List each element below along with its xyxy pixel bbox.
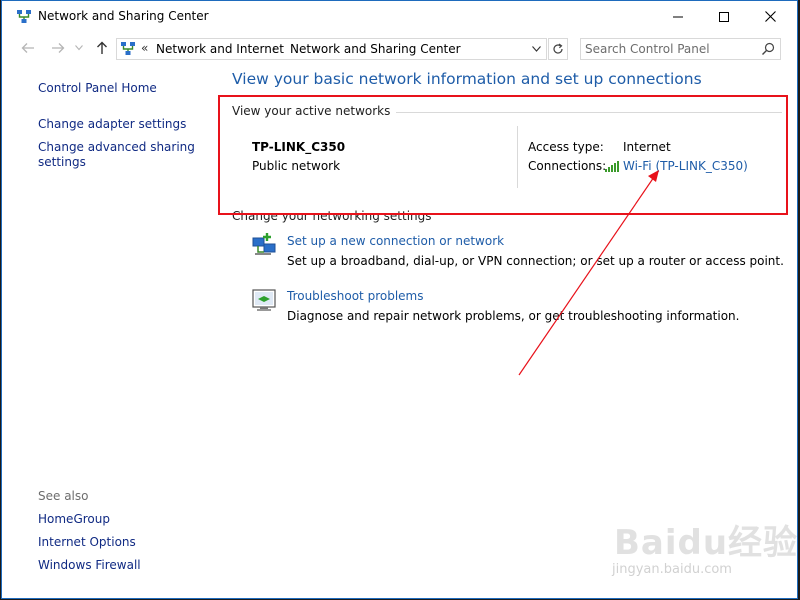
network-type: Public network bbox=[252, 159, 341, 173]
breadcrumb-network-sharing-center[interactable]: Network and Sharing Center bbox=[290, 42, 461, 56]
breadcrumb-separator[interactable]: › bbox=[272, 42, 276, 55]
see-also-heading: See also bbox=[38, 489, 89, 503]
main-content: View your basic network information and … bbox=[217, 64, 797, 594]
sidebar-item-change-adapter-settings[interactable]: Change adapter settings bbox=[38, 117, 186, 132]
address-bar[interactable]: « Network and Internet › Network and Sha… bbox=[116, 38, 547, 60]
breadcrumb-network-and-internet[interactable]: Network and Internet bbox=[156, 42, 284, 56]
search-icon[interactable] bbox=[761, 42, 775, 56]
maximize-button[interactable] bbox=[701, 1, 747, 32]
setup-connection-description: Set up a broadband, dial-up, or VPN conn… bbox=[287, 254, 784, 268]
back-arrow-icon bbox=[21, 43, 34, 53]
access-type-value: Internet bbox=[623, 140, 671, 154]
wifi-signal-icon bbox=[605, 161, 619, 172]
address-dropdown-button[interactable] bbox=[530, 42, 542, 56]
sidebar-item-control-panel-home[interactable]: Control Panel Home bbox=[38, 81, 157, 96]
forward-button[interactable] bbox=[48, 39, 68, 57]
breadcrumb-overflow[interactable]: « bbox=[141, 41, 148, 55]
recent-locations-button[interactable] bbox=[73, 39, 85, 57]
network-name: TP-LINK_C350 bbox=[252, 140, 346, 154]
section-divider bbox=[377, 112, 782, 113]
close-button[interactable] bbox=[747, 1, 793, 32]
refresh-button[interactable] bbox=[548, 38, 568, 60]
up-button[interactable] bbox=[92, 39, 112, 57]
minimize-button[interactable] bbox=[655, 1, 701, 32]
sidebar-item-windows-firewall[interactable]: Windows Firewall bbox=[38, 558, 141, 573]
network-center-icon bbox=[121, 42, 135, 55]
connections-label: Connections: bbox=[528, 159, 607, 173]
sidebar-item-internet-options[interactable]: Internet Options bbox=[38, 535, 136, 550]
window: Network and Sharing Center « Network and… bbox=[1, 0, 798, 599]
change-settings-heading: Change your networking settings bbox=[232, 209, 432, 223]
maximize-icon bbox=[719, 11, 729, 22]
title-bar: Network and Sharing Center bbox=[2, 1, 797, 32]
troubleshoot-description: Diagnose and repair network problems, or… bbox=[287, 309, 740, 323]
new-connection-icon bbox=[252, 233, 276, 255]
network-center-icon bbox=[17, 10, 31, 23]
troubleshoot-link[interactable]: Troubleshoot problems bbox=[287, 289, 423, 303]
access-type-label: Access type: bbox=[528, 140, 604, 154]
chevron-down-icon bbox=[75, 45, 83, 51]
minimize-icon bbox=[673, 16, 683, 17]
sidebar: Control Panel Home Change adapter settin… bbox=[2, 64, 217, 594]
refresh-icon bbox=[553, 43, 563, 54]
chevron-down-icon bbox=[531, 46, 541, 52]
search-box[interactable] bbox=[580, 38, 781, 60]
back-button[interactable] bbox=[18, 39, 38, 57]
window-title: Network and Sharing Center bbox=[38, 9, 209, 23]
navigation-bar: « Network and Internet › Network and Sha… bbox=[2, 32, 797, 64]
search-input[interactable] bbox=[585, 40, 755, 58]
troubleshoot-icon bbox=[252, 289, 276, 311]
setup-connection-link[interactable]: Set up a new connection or network bbox=[287, 234, 504, 248]
forward-arrow-icon bbox=[52, 43, 65, 53]
wifi-connection-link[interactable]: Wi-Fi (TP-LINK_C350) bbox=[623, 159, 748, 173]
active-networks-heading: View your active networks bbox=[232, 104, 397, 118]
sidebar-item-homegroup[interactable]: HomeGroup bbox=[38, 512, 110, 527]
close-icon bbox=[764, 11, 776, 22]
sidebar-item-change-advanced-sharing[interactable]: Change advanced sharing settings bbox=[38, 140, 198, 170]
page-title: View your basic network information and … bbox=[232, 70, 702, 88]
up-arrow-icon bbox=[97, 41, 107, 54]
network-info-divider bbox=[517, 126, 518, 188]
